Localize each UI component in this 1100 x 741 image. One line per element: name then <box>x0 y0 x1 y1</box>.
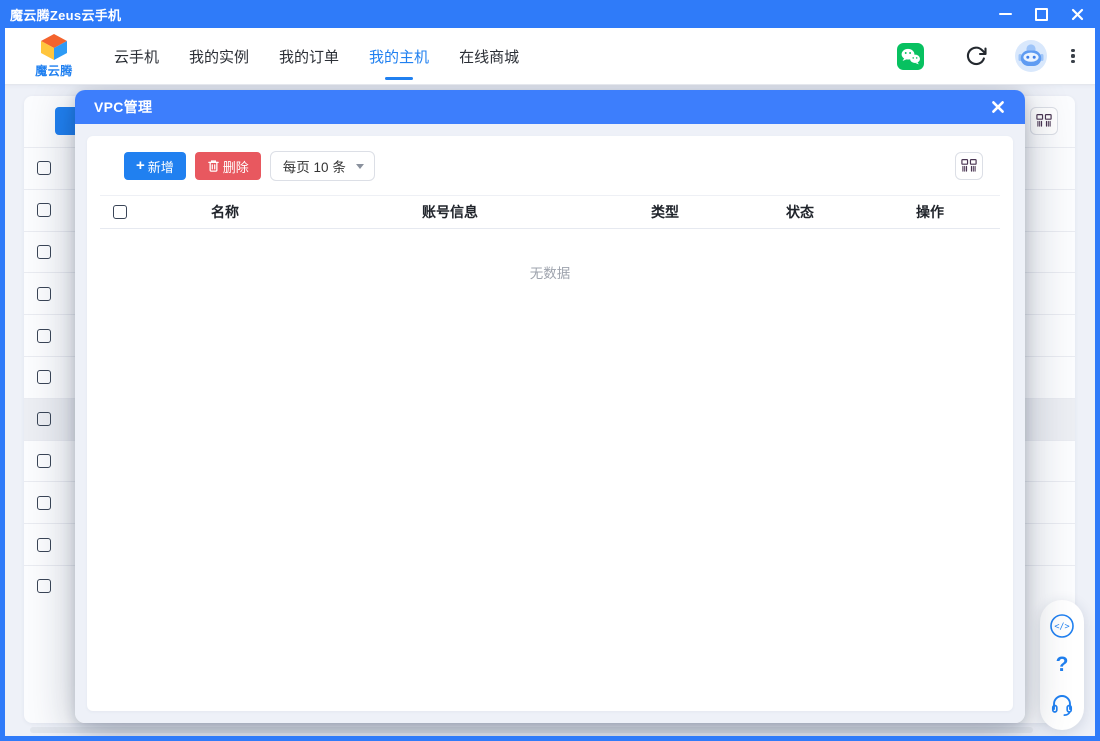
titlebar: 魔云腾Zeus云手机 <box>0 0 1100 28</box>
horizontal-scrollbar[interactable] <box>30 727 1033 733</box>
row-checkbox[interactable] <box>37 203 51 217</box>
tab-cloud-phone[interactable]: 云手机 <box>114 46 159 67</box>
column-header-status: 状态 <box>740 202 860 222</box>
nav-tabs: 云手机 我的实例 我的订单 我的主机 在线商城 <box>114 46 519 67</box>
row-checkbox[interactable] <box>37 161 51 175</box>
help-button[interactable]: ? <box>1048 651 1076 679</box>
tab-my-orders[interactable]: 我的订单 <box>279 46 339 67</box>
column-header-type: 类型 <box>590 202 740 222</box>
vpc-management-modal: VPC管理 + 新增 删除 <box>75 90 1025 723</box>
vpc-toolbar: + 新增 删除 每页 10 条 <box>87 136 1013 195</box>
maximize-icon <box>1035 8 1048 21</box>
refresh-icon <box>964 44 988 68</box>
vpc-table-header: 名称 账号信息 类型 状态 操作 <box>100 195 1000 229</box>
modal-body: + 新增 删除 每页 10 条 <box>75 124 1025 723</box>
plus-icon: + <box>136 158 145 173</box>
dev-code-button[interactable]: </> <box>1048 612 1076 640</box>
cube-logo-icon <box>39 34 69 61</box>
wechat-icon <box>897 43 924 70</box>
delete-button[interactable]: 删除 <box>195 152 261 180</box>
column-settings-icon <box>959 156 979 176</box>
refresh-button[interactable] <box>964 44 988 68</box>
headset-icon <box>1050 692 1074 717</box>
minimize-button[interactable] <box>998 7 1012 21</box>
minimize-icon <box>999 13 1012 15</box>
row-checkbox[interactable] <box>37 412 51 426</box>
row-checkbox[interactable] <box>37 245 51 259</box>
row-checkbox[interactable] <box>37 496 51 510</box>
tab-my-hosts[interactable]: 我的主机 <box>369 46 429 67</box>
window-controls <box>998 7 1100 21</box>
user-avatar[interactable] <box>1014 39 1048 73</box>
trash-icon <box>207 159 220 173</box>
robot-avatar-icon <box>1014 39 1048 73</box>
close-window-button[interactable] <box>1070 7 1084 21</box>
customer-service-button[interactable] <box>1048 691 1076 719</box>
question-icon: ? <box>1056 653 1069 677</box>
modal-close-button[interactable] <box>987 96 1009 118</box>
add-button[interactable]: + 新增 <box>124 152 186 180</box>
row-checkbox[interactable] <box>37 370 51 384</box>
column-header-actions: 操作 <box>860 202 1000 222</box>
navbar-actions <box>897 39 1082 73</box>
navbar: 魔云腾 云手机 我的实例 我的订单 我的主机 在线商城 <box>0 28 1100 85</box>
row-checkbox[interactable] <box>37 329 51 343</box>
row-checkbox[interactable] <box>37 579 51 593</box>
tab-my-instances[interactable]: 我的实例 <box>189 46 249 67</box>
caret-down-icon <box>356 164 364 169</box>
dots-icon <box>1071 49 1074 52</box>
active-tab-underline <box>385 77 413 80</box>
row-checkbox[interactable] <box>37 538 51 552</box>
column-settings-icon <box>1034 111 1054 131</box>
modal-header: VPC管理 <box>75 90 1025 124</box>
app-logo: 魔云腾 <box>30 34 78 79</box>
maximize-button[interactable] <box>1034 7 1048 21</box>
column-settings-button[interactable] <box>955 152 983 180</box>
page-size-select[interactable]: 每页 10 条 <box>270 151 375 181</box>
svg-text:</>: </> <box>1054 622 1069 632</box>
select-all-checkbox[interactable] <box>113 205 127 219</box>
window-title: 魔云腾Zeus云手机 <box>0 5 121 24</box>
empty-state-text: 无数据 <box>87 262 1013 282</box>
modal-title: VPC管理 <box>94 97 152 117</box>
column-header-name: 名称 <box>140 202 310 222</box>
column-header-account-info: 账号信息 <box>310 202 590 222</box>
vpc-panel: + 新增 删除 每页 10 条 <box>87 136 1013 711</box>
code-icon: </> <box>1049 613 1075 639</box>
logo-label: 魔云腾 <box>35 62 73 79</box>
wechat-button[interactable] <box>897 43 924 70</box>
close-icon <box>991 100 1005 114</box>
close-icon <box>1071 8 1084 21</box>
column-settings-button[interactable] <box>1030 107 1058 135</box>
more-menu-button[interactable] <box>1064 44 1082 68</box>
row-checkbox[interactable] <box>37 287 51 301</box>
tab-online-store[interactable]: 在线商城 <box>459 46 519 67</box>
helper-float-panel: </> ? <box>1040 600 1084 730</box>
row-checkbox[interactable] <box>37 454 51 468</box>
